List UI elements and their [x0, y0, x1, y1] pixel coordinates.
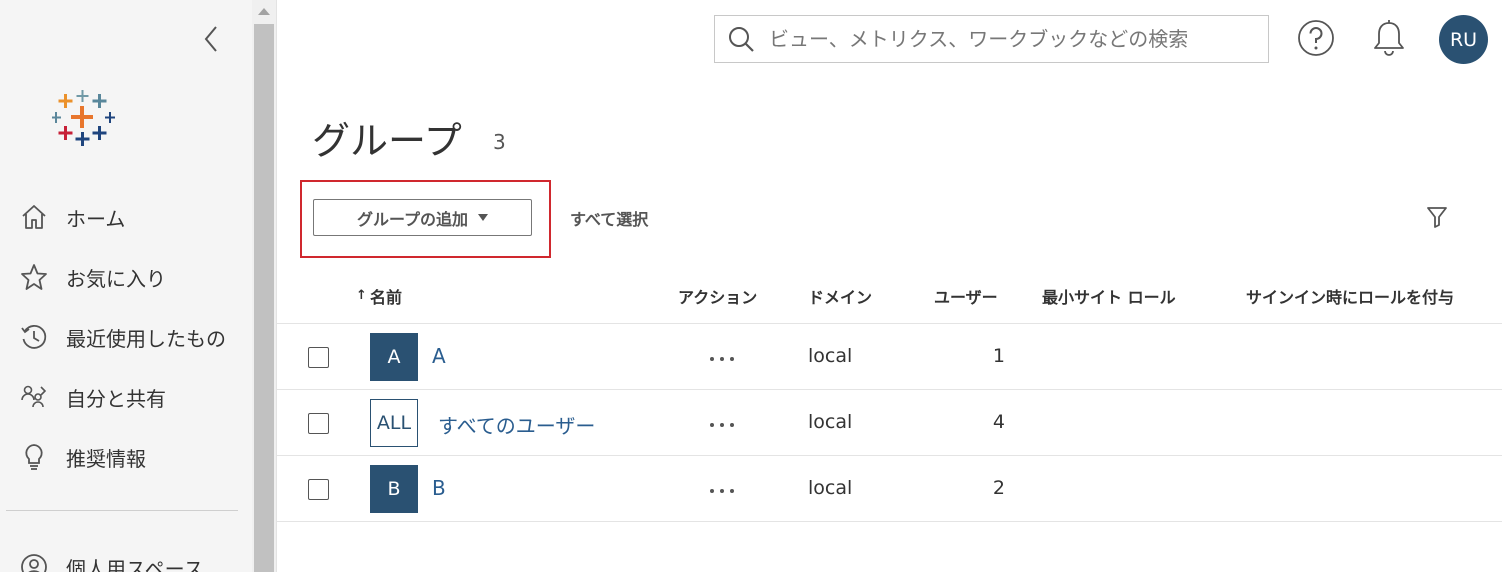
more-actions-icon[interactable] — [710, 352, 734, 366]
filter-icon[interactable] — [1426, 205, 1448, 229]
sidebar-item-recents[interactable]: 最近使用したもの — [0, 312, 252, 362]
add-group-button[interactable]: グループの追加 — [313, 199, 532, 236]
group-user-count: 1 — [992, 345, 1005, 367]
bell-icon[interactable] — [1371, 19, 1407, 57]
search-box[interactable] — [714, 15, 1269, 63]
group-count: 3 — [493, 130, 506, 154]
table-divider — [277, 455, 1502, 456]
user-avatar[interactable]: RU — [1439, 15, 1488, 64]
sidebar-scrollbar[interactable] — [252, 0, 276, 572]
group-name-link[interactable]: A — [432, 344, 446, 368]
row-checkbox[interactable] — [308, 479, 329, 500]
star-icon — [20, 263, 48, 291]
sidebar-item-label: お気に入り — [66, 266, 166, 291]
row-checkbox[interactable] — [308, 413, 329, 434]
group-user-count: 4 — [992, 411, 1005, 433]
more-actions-icon[interactable] — [710, 418, 734, 432]
column-header-actions: アクション — [678, 288, 758, 307]
scroll-up-icon[interactable] — [258, 8, 270, 15]
add-group-label: グループの追加 — [356, 209, 469, 229]
lightbulb-icon — [20, 443, 48, 471]
column-header-domain[interactable]: ドメイン — [808, 284, 872, 308]
home-icon — [20, 203, 48, 231]
sidebar-item-home[interactable]: ホーム — [0, 192, 252, 242]
sidebar-item-label: 自分と共有 — [66, 386, 166, 411]
column-header-grant-role[interactable]: サインイン時にロールを付与 — [1246, 284, 1454, 308]
column-header-min-site-role[interactable]: 最小サイト ロール — [1042, 284, 1176, 308]
sidebar-item-favorites[interactable]: お気に入り — [0, 252, 252, 302]
group-avatar: A — [370, 333, 418, 381]
sort-ascending-icon[interactable]: ↑ — [356, 288, 367, 303]
search-input[interactable] — [769, 22, 1259, 56]
sidebar-item-shared-with-me[interactable]: 自分と共有 — [0, 372, 252, 422]
sidebar-item-label: 推奨情報 — [66, 446, 146, 471]
caret-down-icon — [478, 214, 489, 221]
sidebar-item-label: 最近使用したもの — [66, 326, 226, 351]
table-divider — [277, 323, 1502, 324]
group-domain: local — [808, 411, 853, 433]
column-header-name[interactable]: 名前 — [370, 284, 402, 308]
sidebar-item-label: ホーム — [66, 206, 126, 231]
column-header-users[interactable]: ユーザー — [934, 284, 998, 308]
search-icon — [727, 25, 755, 53]
more-actions-icon[interactable] — [710, 484, 734, 498]
table-divider — [277, 521, 1502, 522]
chevron-left-icon[interactable] — [200, 24, 224, 54]
user-circle-icon — [20, 553, 48, 572]
sidebar-item-label: 個人用スペース — [66, 556, 204, 572]
group-avatar: ALL — [370, 399, 418, 447]
group-user-count: 2 — [992, 477, 1005, 499]
group-name-link[interactable]: B — [432, 476, 446, 500]
history-icon — [20, 323, 48, 351]
help-icon[interactable] — [1297, 19, 1335, 57]
sidebar-divider — [6, 510, 238, 511]
page-title: グループ — [312, 119, 462, 163]
group-domain: local — [808, 345, 853, 367]
select-all-button[interactable]: すべて選択 — [570, 206, 648, 230]
group-avatar: B — [370, 465, 418, 513]
shared-with-me-icon — [20, 383, 48, 411]
row-checkbox[interactable] — [308, 347, 329, 368]
table-divider — [277, 389, 1502, 390]
scrollbar-thumb[interactable] — [254, 24, 274, 572]
sidebar-item-personal-space[interactable]: 個人用スペース — [0, 542, 252, 572]
group-name-link[interactable]: すべてのユーザー — [438, 410, 595, 439]
group-domain: local — [808, 477, 853, 499]
main-divider — [276, 0, 277, 572]
tableau-logo[interactable] — [51, 88, 116, 152]
sidebar-item-recommendations[interactable]: 推奨情報 — [0, 432, 252, 482]
sidebar: ホーム お気に入り 最近使用したもの 自分と共有 推奨情報 個人用スペース — [0, 0, 252, 572]
